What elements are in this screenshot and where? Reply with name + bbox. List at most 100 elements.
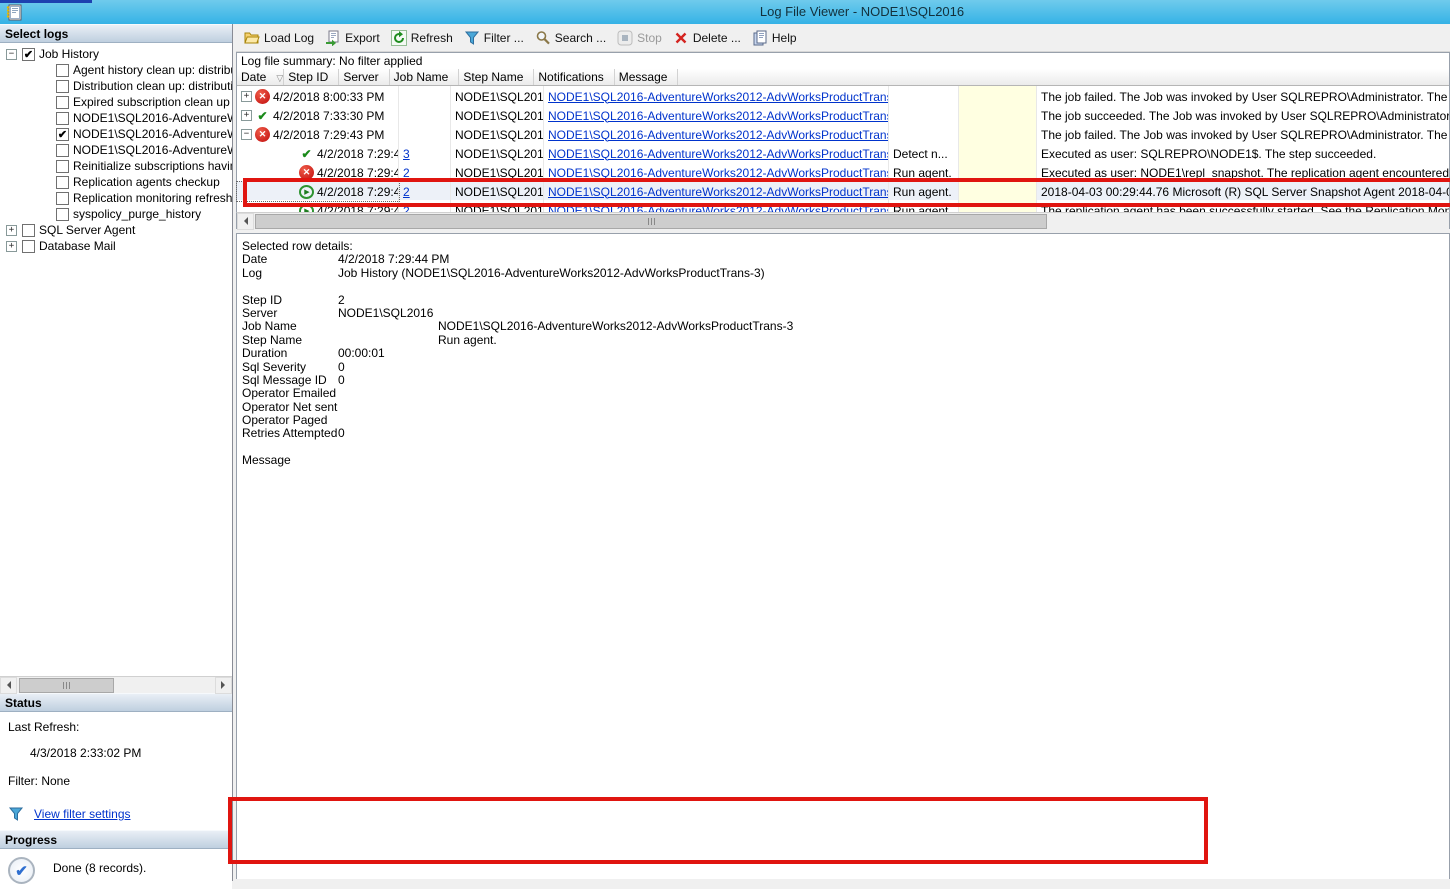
tree-item[interactable]: syspolicy_purge_history xyxy=(0,206,232,222)
grid-column-header[interactable]: Date▽ xyxy=(237,69,284,85)
title-bar[interactable]: Log File Viewer - NODE1\SQL2016 xyxy=(0,0,1450,24)
tree-item-label: Agent history clean up: distribution xyxy=(73,63,232,77)
toolbar-button[interactable]: Refresh xyxy=(387,28,460,48)
job-name-link[interactable]: NODE1\SQL2016-AdventureWorks2012-AdvWork… xyxy=(548,128,889,142)
tree-item[interactable]: Reinitialize subscriptions having data xyxy=(0,158,232,174)
grid-column-header[interactable]: Step Name xyxy=(459,69,534,85)
message-log-line xyxy=(242,535,1449,548)
job-name-link[interactable]: NODE1\SQL2016-AdventureWorks2012-AdvWork… xyxy=(548,185,889,199)
tree-checkbox[interactable] xyxy=(56,160,69,173)
job-name-link[interactable]: NODE1\SQL2016-AdventureWorks2012-AdvWork… xyxy=(548,147,889,161)
scrollbar-thumb[interactable] xyxy=(255,214,1047,229)
grid-column-header[interactable]: Step ID xyxy=(284,69,339,85)
row-server: NODE1\SQL2016 xyxy=(451,86,544,105)
job-name-link[interactable]: NODE1\SQL2016-AdventureWorks2012-AdvWork… xyxy=(548,166,889,180)
detail-field-value: Job History (NODE1\SQL2016-AdventureWork… xyxy=(338,266,765,280)
tree-checkbox[interactable] xyxy=(56,64,69,77)
row-step-name xyxy=(889,124,959,143)
search-icon xyxy=(535,30,551,46)
tree-item[interactable]: Replication monitoring refresher for d xyxy=(0,190,232,206)
tree-item[interactable]: NODE1\SQL2016-AdventureWorks2012-AdvWork… xyxy=(0,126,232,142)
tree-checkbox[interactable] xyxy=(22,240,35,253)
step-id-link[interactable]: 2 xyxy=(403,166,410,180)
job-name-link[interactable]: NODE1\SQL2016-AdventureWorks2012-AdvWork… xyxy=(548,109,889,123)
table-row[interactable]: 4/2/2018 7:29:4... 2 NODE1\SQL2016 NODE1… xyxy=(237,181,1449,200)
row-date: 4/2/2018 8:00:33 PM xyxy=(273,90,384,104)
tree-checkbox[interactable] xyxy=(56,192,69,205)
job-name-link[interactable]: NODE1\SQL2016-AdventureWorks2012-AdvWork… xyxy=(548,204,889,213)
tree-item[interactable]: + Database Mail xyxy=(0,238,232,254)
table-row[interactable]: − 4/2/2018 7:29:43 PM NODE1\SQL2016 NODE… xyxy=(237,124,1449,143)
row-server: NODE1\SQL2016 xyxy=(451,200,544,212)
detail-field-row: Step NameRun agent. xyxy=(242,334,1449,347)
grid-column-header[interactable]: Job Name xyxy=(390,69,460,85)
table-row[interactable]: + 4/2/2018 7:33:30 PM NODE1\SQL2016 NODE… xyxy=(237,105,1449,124)
tree-item[interactable]: Agent history clean up: distribution xyxy=(0,62,232,78)
stop-icon xyxy=(617,30,633,46)
row-expander-icon[interactable]: − xyxy=(241,129,252,140)
detail-field-row xyxy=(242,280,1449,293)
tree-expander-icon[interactable]: − xyxy=(6,49,17,60)
job-name-link[interactable]: NODE1\SQL2016-AdventureWorks2012-AdvWork… xyxy=(548,90,889,104)
detail-field-row: Sql Severity0 xyxy=(242,361,1449,374)
grid-column-header[interactable]: Message xyxy=(615,69,679,85)
tree-item[interactable]: Distribution clean up: distribution xyxy=(0,78,232,94)
tree-checkbox[interactable] xyxy=(56,128,69,141)
focus-rectangle xyxy=(237,182,399,201)
tree-item[interactable]: − Job History xyxy=(0,46,232,62)
toolbar-button: Stop xyxy=(613,28,669,48)
tree-checkbox[interactable] xyxy=(56,80,69,93)
step-id-link[interactable]: 2 xyxy=(403,185,410,199)
tree-checkbox[interactable] xyxy=(22,48,35,61)
tree-item[interactable]: NODE1\SQL2016-AdventureWorks2012-AdvWork… xyxy=(0,142,232,158)
tree-checkbox[interactable] xyxy=(22,224,35,237)
table-row[interactable]: 4/2/2018 7:29:4... 3 NODE1\SQL2016 NODE1… xyxy=(237,143,1449,162)
detail-field-label: Server xyxy=(242,307,338,320)
toolbar-button[interactable]: Search ... xyxy=(531,28,613,48)
toolbar-button[interactable]: Help xyxy=(748,28,804,48)
log-tree: − Job History Agent history clean up: di… xyxy=(0,43,232,676)
toolbar-button[interactable]: Export xyxy=(321,28,387,48)
toolbar-button[interactable]: Filter ... xyxy=(460,28,531,48)
grid-column-header[interactable]: Server xyxy=(339,69,389,85)
toolbar-button-label: Help xyxy=(772,31,797,45)
detail-field-value: 00:00:01 xyxy=(338,346,385,360)
tree-item[interactable]: Replication agents checkup xyxy=(0,174,232,190)
background-window-edge xyxy=(0,0,92,3)
step-id-link[interactable]: 3 xyxy=(403,147,410,161)
tree-checkbox[interactable] xyxy=(56,112,69,125)
table-row[interactable]: 4/2/2018 7:29:4... 2 NODE1\SQL2016 NODE1… xyxy=(237,162,1449,181)
tree-item[interactable]: NODE1\SQL2016-AdventureWorks2012-AdvWork… xyxy=(0,110,232,126)
row-expander-icon[interactable]: + xyxy=(241,110,252,121)
view-filter-settings-link[interactable]: View filter settings xyxy=(34,807,131,821)
grid-horizontal-scrollbar[interactable] xyxy=(236,212,1450,229)
tree-item[interactable]: Expired subscription clean up xyxy=(0,94,232,110)
tree-checkbox[interactable] xyxy=(56,96,69,109)
table-row[interactable]: 4/2/2018 7:29:4 2 NODE1\SQL2016 NODE1\SQ… xyxy=(237,200,1449,212)
left-panel-horizontal-scrollbar[interactable] xyxy=(0,676,232,693)
scroll-right-arrow[interactable] xyxy=(215,677,232,694)
tree-checkbox[interactable] xyxy=(56,144,69,157)
detail-field-row: Operator Emailed xyxy=(242,387,1449,400)
step-id-link[interactable]: 2 xyxy=(403,204,410,213)
row-expander-icon[interactable]: + xyxy=(241,91,252,102)
tree-item[interactable]: + SQL Server Agent xyxy=(0,222,232,238)
column-label: Notifications xyxy=(538,70,603,84)
select-logs-panel: Select logs − Job History Agent history … xyxy=(0,24,233,881)
table-row[interactable]: + 4/2/2018 8:00:33 PM NODE1\SQL2016 NODE… xyxy=(237,86,1449,105)
tree-expander-icon[interactable]: + xyxy=(6,241,17,252)
tree-checkbox[interactable] xyxy=(56,208,69,221)
column-label: Step Name xyxy=(463,70,523,84)
scroll-left-arrow[interactable] xyxy=(237,213,254,230)
row-notifications xyxy=(959,143,1037,162)
toolbar-button[interactable]: Delete ... xyxy=(669,28,748,48)
scroll-left-arrow[interactable] xyxy=(0,677,17,694)
grid-column-header[interactable]: Notifications xyxy=(534,69,614,85)
message-log-line xyxy=(242,628,1449,641)
toolbar-button[interactable]: Load Log xyxy=(240,28,321,48)
tree-expander-icon[interactable]: + xyxy=(6,225,17,236)
row-step-name: Run agent. xyxy=(889,200,959,212)
detail-field-label: Operator Paged xyxy=(242,414,338,427)
scrollbar-thumb[interactable] xyxy=(19,678,114,693)
tree-checkbox[interactable] xyxy=(56,176,69,189)
